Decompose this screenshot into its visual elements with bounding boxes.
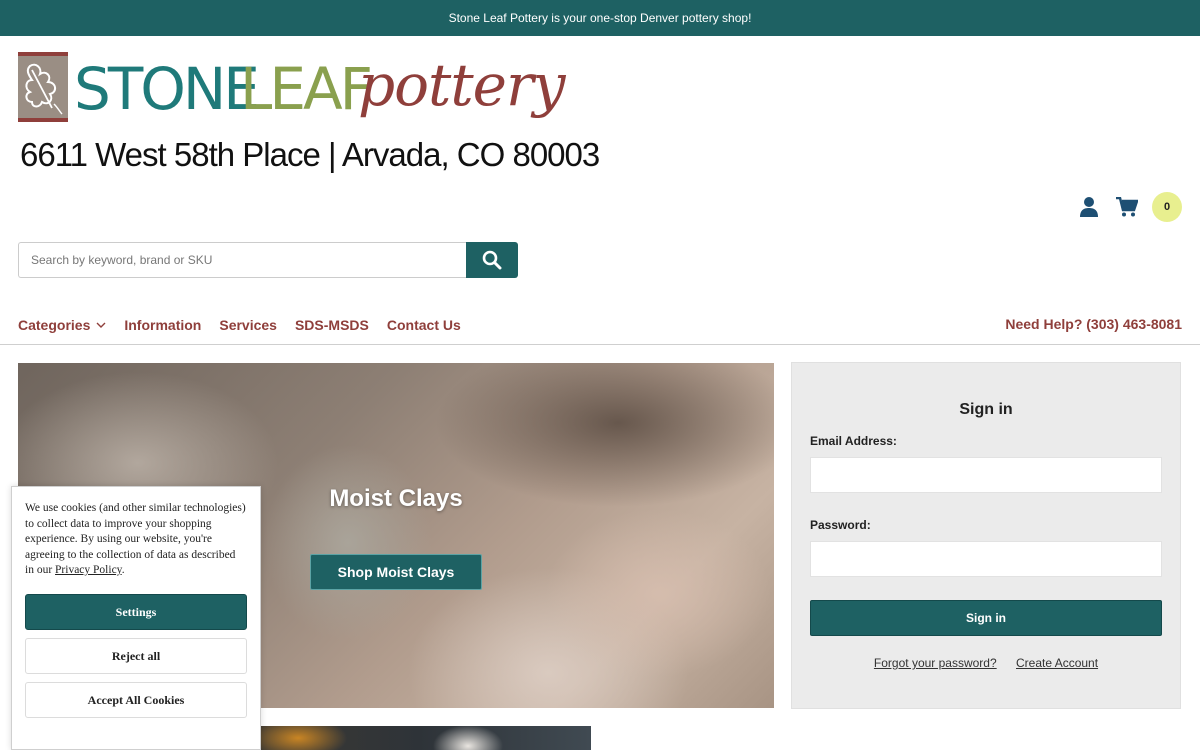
announcement-bar: Stone Leaf Pottery is your one-stop Denv… [0, 0, 1200, 36]
search-bar [18, 242, 518, 278]
signin-title: Sign in [959, 401, 1013, 418]
logo-word-pottery: pottery [358, 51, 565, 119]
cookie-reject-button[interactable]: Reject all [25, 638, 247, 674]
search-input[interactable] [18, 242, 466, 278]
main-nav: Categories Information Services SDS-MSDS… [18, 316, 1182, 334]
search-button[interactable] [466, 242, 518, 278]
password-field[interactable] [810, 541, 1162, 577]
nav-item-categories[interactable]: Categories [18, 317, 106, 333]
nav-item-services[interactable]: Services [219, 317, 277, 333]
forgot-password-link[interactable]: Forgot your password? [874, 656, 997, 670]
signin-links: Forgot your password? Create Account [792, 656, 1180, 670]
email-label: Email Address: [810, 434, 897, 448]
nav-item-label: Contact Us [386, 317, 461, 333]
privacy-policy-link[interactable]: Privacy Policy [55, 564, 122, 576]
cookie-text-end: . [121, 564, 125, 576]
help-phone-link[interactable]: Need Help? (303) 463-8081 [1005, 316, 1182, 332]
create-account-link[interactable]: Create Account [1016, 656, 1098, 670]
leaf-logo-icon [18, 52, 68, 122]
nav-item-label: Categories [18, 317, 91, 333]
cookie-accept-button[interactable]: Accept All Cookies [25, 682, 247, 718]
password-label: Password: [810, 518, 871, 532]
cookie-settings-button[interactable]: Settings [25, 594, 247, 630]
cookie-text: We use cookies (and other similar techno… [25, 501, 247, 579]
logo-address: 6611 West 58th Place | Arvada, CO 80003 [20, 136, 600, 173]
cart-count-badge[interactable]: 0 [1152, 192, 1182, 222]
user-icon[interactable] [1076, 194, 1102, 220]
nav-item-label: SDS-MSDS [294, 317, 369, 333]
nav-item-contact-us[interactable]: Contact Us [387, 317, 461, 333]
nav-divider [0, 344, 1200, 345]
nav-item-label: Services [219, 317, 277, 333]
logo-word-stone: STONE [74, 55, 260, 123]
cookie-consent-dialog: We use cookies (and other similar techno… [11, 486, 261, 750]
search-icon [482, 250, 502, 270]
nav-item-sds-msds[interactable]: SDS-MSDS [295, 317, 369, 333]
site-logo[interactable]: STONE LEAF pottery 6611 West 58th Place … [18, 51, 600, 182]
chevron-down-icon [96, 322, 106, 328]
shop-moist-clays-button[interactable]: Shop Moist Clays [310, 554, 482, 590]
header-icons: 0 [1076, 192, 1182, 222]
signin-button[interactable]: Sign in [810, 600, 1162, 636]
shopping-cart-icon[interactable] [1114, 194, 1140, 220]
nav-item-information[interactable]: Information [124, 317, 201, 333]
logo-word-leaf: LEAF [240, 55, 373, 123]
nav-item-label: Information [124, 317, 202, 333]
announcement-text: Stone Leaf Pottery is your one-stop Denv… [448, 11, 752, 25]
signin-panel: Sign in Email Address: Password: Sign in… [791, 362, 1181, 709]
email-field[interactable] [810, 457, 1162, 493]
